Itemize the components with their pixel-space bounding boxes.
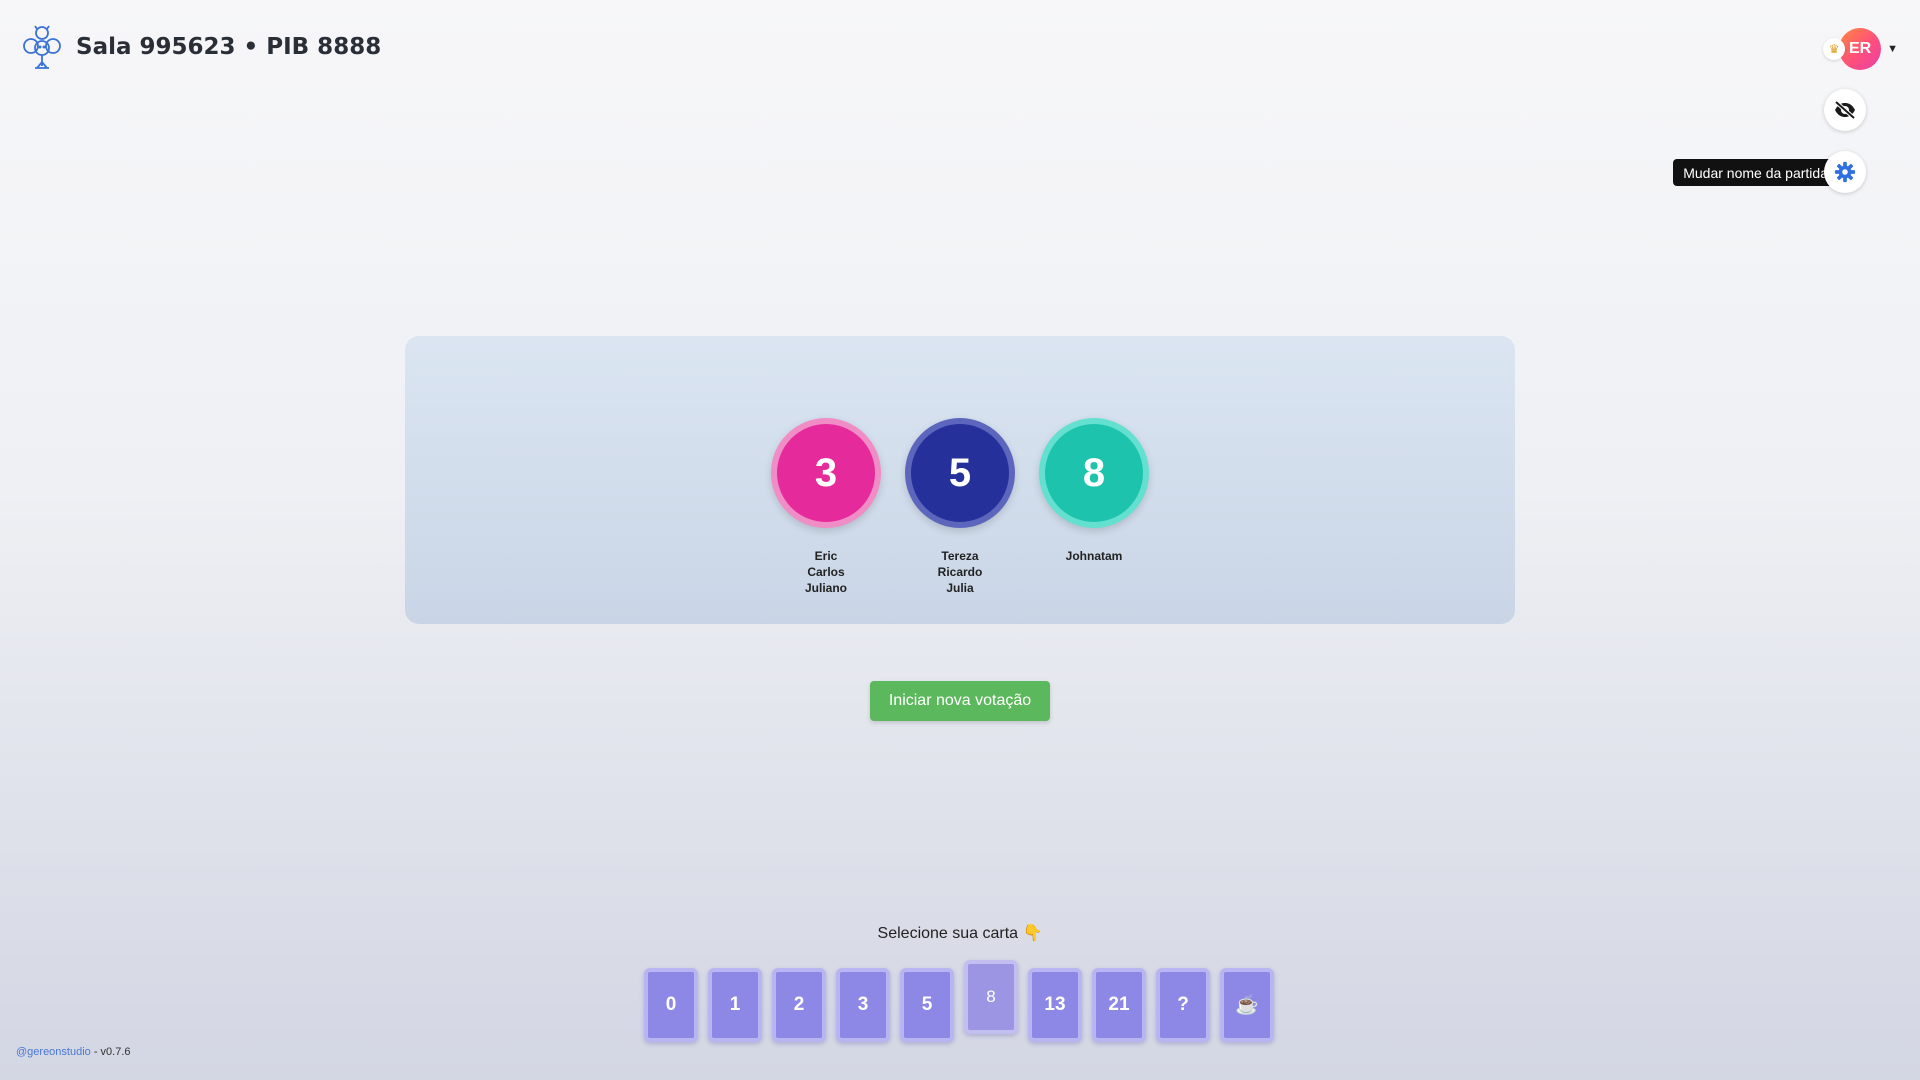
user-menu[interactable]: ♛ ER ▼ <box>1823 28 1898 70</box>
card-5[interactable]: 5 <box>900 968 954 1042</box>
card-coffee[interactable]: ☕ <box>1220 968 1274 1042</box>
settings-tooltip: Mudar nome da partida <box>1673 159 1845 186</box>
card-8[interactable]: 8 <box>964 960 1018 1034</box>
results-panel: 3 Eric Carlos Juliano 5 Tereza Ricardo Julia 8 Jo… <box>405 336 1515 624</box>
new-vote-button[interactable]: Iniciar nova votação <box>870 681 1050 721</box>
voter-name: Juliano <box>804 581 847 595</box>
footer: @gereonstudio - v0.7.6 <box>16 1046 131 1058</box>
voter-name: Ricardo <box>937 565 983 579</box>
header: Sala 995623 • PIB 8888 <box>20 24 381 70</box>
crown-icon: ♛ <box>1823 38 1846 60</box>
avatar[interactable]: ER <box>1839 28 1882 70</box>
card-2[interactable]: 2 <box>772 968 826 1042</box>
voter-name: Carlos <box>807 565 845 579</box>
gear-icon <box>1834 161 1856 183</box>
voter-names: Johnatam <box>1066 548 1123 564</box>
clover-robot-icon <box>23 25 61 69</box>
studio-link[interactable]: @gereonstudio <box>16 1046 91 1058</box>
voter-name: Tereza <box>941 549 979 563</box>
card-question[interactable]: ? <box>1156 968 1210 1042</box>
vote-group: 5 Tereza Ricardo Julia <box>905 418 1015 596</box>
room-title: Sala 995623 • PIB 8888 <box>76 34 382 60</box>
voter-names: Eric Carlos Juliano <box>805 548 847 596</box>
vote-value-circle: 8 <box>1039 418 1149 528</box>
voter-name: Johnatam <box>1065 549 1123 563</box>
settings-button[interactable] <box>1824 151 1866 193</box>
version-text: - v0.7.6 <box>90 1046 131 1058</box>
voter-name: Eric <box>814 549 838 563</box>
vote-value-circle: 5 <box>905 418 1015 528</box>
hide-votes-button[interactable] <box>1824 89 1866 131</box>
eye-off-icon <box>1834 100 1856 120</box>
vote-groups: 3 Eric Carlos Juliano 5 Tereza Ricardo Julia 8 Jo… <box>771 418 1149 596</box>
voter-name: Julia <box>946 581 974 595</box>
card-21[interactable]: 21 <box>1092 968 1146 1042</box>
card-1[interactable]: 1 <box>708 968 762 1042</box>
card-3[interactable]: 3 <box>836 968 890 1042</box>
caret-down-icon[interactable]: ▼ <box>1887 43 1898 55</box>
vote-group: 3 Eric Carlos Juliano <box>771 418 881 596</box>
voter-names: Tereza Ricardo Julia <box>938 548 983 596</box>
card-deck: 0 1 2 3 5 8 13 21? ☕ <box>644 960 1274 1042</box>
vote-group: 8 Johnatam <box>1039 418 1149 596</box>
vote-value-circle: 3 <box>771 418 881 528</box>
card-13[interactable]: 13 <box>1028 968 1082 1042</box>
card-0[interactable]: 0 <box>644 968 698 1042</box>
select-card-prompt: Selecione sua carta 👇 <box>877 925 1043 942</box>
